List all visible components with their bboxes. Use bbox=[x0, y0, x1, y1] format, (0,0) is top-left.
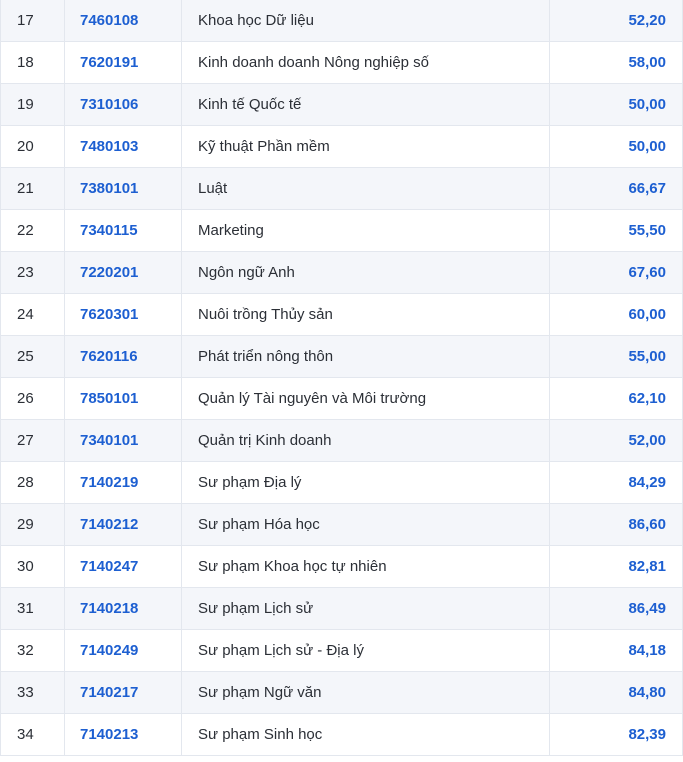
admission-scores-table-container: 17 7460108 Khoa học Dữ liệu 52,20 18 762… bbox=[0, 0, 683, 762]
cutoff-score: 84,80 bbox=[549, 671, 683, 714]
row-index: 22 bbox=[0, 209, 65, 252]
cutoff-score: 84,18 bbox=[549, 629, 683, 672]
major-code: 7620191 bbox=[64, 41, 182, 84]
row-index: 17 bbox=[0, 0, 65, 42]
major-name: Sư phạm Hóa học bbox=[181, 503, 550, 546]
cutoff-score: 82,81 bbox=[549, 545, 683, 588]
major-code: 7340115 bbox=[64, 209, 182, 252]
cutoff-score: 58,00 bbox=[549, 41, 683, 84]
major-name: Khoa học Dữ liệu bbox=[181, 0, 550, 42]
cutoff-score: 84,29 bbox=[549, 461, 683, 504]
major-name: Quản lý Tài nguyên và Môi trường bbox=[181, 377, 550, 420]
row-index: 28 bbox=[0, 461, 65, 504]
cutoff-score: 82,39 bbox=[549, 713, 683, 756]
major-code: 7850101 bbox=[64, 377, 182, 420]
major-code: 7220201 bbox=[64, 251, 182, 294]
major-name: Ngôn ngữ Anh bbox=[181, 251, 550, 294]
table-row: 29 7140212 Sư phạm Hóa học 86,60 bbox=[0, 503, 683, 546]
row-index: 32 bbox=[0, 629, 65, 672]
major-name: Kinh tế Quốc tế bbox=[181, 83, 550, 126]
table-row: 20 7480103 Kỹ thuật Phần mềm 50,00 bbox=[0, 125, 683, 168]
major-code: 7340101 bbox=[64, 419, 182, 462]
major-code: 7380101 bbox=[64, 167, 182, 210]
major-code: 7140218 bbox=[64, 587, 182, 630]
row-index: 33 bbox=[0, 671, 65, 714]
row-index: 23 bbox=[0, 251, 65, 294]
row-index: 29 bbox=[0, 503, 65, 546]
table-row: 19 7310106 Kinh tế Quốc tế 50,00 bbox=[0, 83, 683, 126]
table-row: 24 7620301 Nuôi trồng Thủy sản 60,00 bbox=[0, 293, 683, 336]
table-row: 28 7140219 Sư phạm Địa lý 84,29 bbox=[0, 461, 683, 504]
table-row: 25 7620116 Phát triển nông thôn 55,00 bbox=[0, 335, 683, 378]
cutoff-score: 62,10 bbox=[549, 377, 683, 420]
table-row: 18 7620191 Kinh doanh doanh Nông nghiệp … bbox=[0, 41, 683, 84]
table-row: 23 7220201 Ngôn ngữ Anh 67,60 bbox=[0, 251, 683, 294]
table-row: 33 7140217 Sư phạm Ngữ văn 84,80 bbox=[0, 671, 683, 714]
table-row: 26 7850101 Quản lý Tài nguyên và Môi trư… bbox=[0, 377, 683, 420]
table-row: 17 7460108 Khoa học Dữ liệu 52,20 bbox=[0, 0, 683, 42]
cutoff-score: 67,60 bbox=[549, 251, 683, 294]
major-code: 7140213 bbox=[64, 713, 182, 756]
cutoff-score: 66,67 bbox=[549, 167, 683, 210]
cutoff-score: 50,00 bbox=[549, 83, 683, 126]
row-index: 21 bbox=[0, 167, 65, 210]
major-name: Kinh doanh doanh Nông nghiệp số bbox=[181, 41, 550, 84]
major-code: 7460108 bbox=[64, 0, 182, 42]
cutoff-score: 55,50 bbox=[549, 209, 683, 252]
major-name: Marketing bbox=[181, 209, 550, 252]
table-row: 30 7140247 Sư phạm Khoa học tự nhiên 82,… bbox=[0, 545, 683, 588]
table-row: 27 7340101 Quản trị Kinh doanh 52,00 bbox=[0, 419, 683, 462]
major-code: 7140249 bbox=[64, 629, 182, 672]
table-row: 31 7140218 Sư phạm Lịch sử 86,49 bbox=[0, 587, 683, 630]
major-name: Sư phạm Sinh học bbox=[181, 713, 550, 756]
row-index: 20 bbox=[0, 125, 65, 168]
cutoff-score: 86,49 bbox=[549, 587, 683, 630]
row-index: 26 bbox=[0, 377, 65, 420]
table-row: 22 7340115 Marketing 55,50 bbox=[0, 209, 683, 252]
major-name: Quản trị Kinh doanh bbox=[181, 419, 550, 462]
major-code: 7140219 bbox=[64, 461, 182, 504]
cutoff-score: 86,60 bbox=[549, 503, 683, 546]
table-body: 17 7460108 Khoa học Dữ liệu 52,20 18 762… bbox=[0, 0, 683, 756]
major-code: 7620301 bbox=[64, 293, 182, 336]
cutoff-score: 60,00 bbox=[549, 293, 683, 336]
row-index: 24 bbox=[0, 293, 65, 336]
major-code: 7310106 bbox=[64, 83, 182, 126]
major-code: 7620116 bbox=[64, 335, 182, 378]
row-index: 30 bbox=[0, 545, 65, 588]
row-index: 19 bbox=[0, 83, 65, 126]
major-name: Sư phạm Địa lý bbox=[181, 461, 550, 504]
row-index: 34 bbox=[0, 713, 65, 756]
cutoff-score: 52,00 bbox=[549, 419, 683, 462]
row-index: 27 bbox=[0, 419, 65, 462]
row-index: 31 bbox=[0, 587, 65, 630]
major-name: Luật bbox=[181, 167, 550, 210]
major-name: Nuôi trồng Thủy sản bbox=[181, 293, 550, 336]
row-index: 18 bbox=[0, 41, 65, 84]
table-row: 21 7380101 Luật 66,67 bbox=[0, 167, 683, 210]
admission-scores-table: 17 7460108 Khoa học Dữ liệu 52,20 18 762… bbox=[0, 0, 683, 756]
major-code: 7140217 bbox=[64, 671, 182, 714]
major-name: Sư phạm Khoa học tự nhiên bbox=[181, 545, 550, 588]
major-name: Sư phạm Ngữ văn bbox=[181, 671, 550, 714]
row-index: 25 bbox=[0, 335, 65, 378]
major-name: Phát triển nông thôn bbox=[181, 335, 550, 378]
major-code: 7140247 bbox=[64, 545, 182, 588]
cutoff-score: 52,20 bbox=[549, 0, 683, 42]
major-code: 7480103 bbox=[64, 125, 182, 168]
cutoff-score: 50,00 bbox=[549, 125, 683, 168]
cutoff-score: 55,00 bbox=[549, 335, 683, 378]
table-row: 32 7140249 Sư phạm Lịch sử - Địa lý 84,1… bbox=[0, 629, 683, 672]
major-name: Sư phạm Lịch sử - Địa lý bbox=[181, 629, 550, 672]
major-code: 7140212 bbox=[64, 503, 182, 546]
major-name: Kỹ thuật Phần mềm bbox=[181, 125, 550, 168]
major-name: Sư phạm Lịch sử bbox=[181, 587, 550, 630]
table-row: 34 7140213 Sư phạm Sinh học 82,39 bbox=[0, 713, 683, 756]
